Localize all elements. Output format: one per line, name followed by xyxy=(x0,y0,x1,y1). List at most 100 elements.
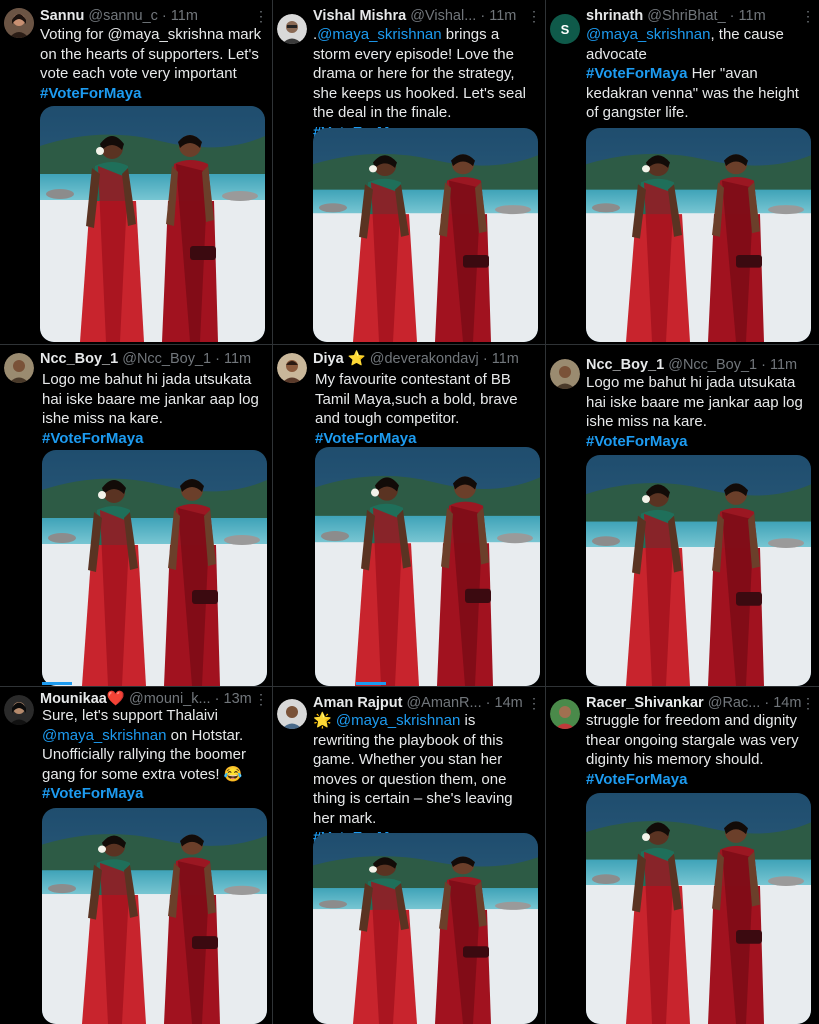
author-name[interactable]: Aman Rajput xyxy=(313,695,402,711)
author-handle[interactable]: @deverakondavj xyxy=(370,351,479,367)
tweet-card[interactable]: Mounikaa❤️ @mouni_k... · 13m ⋮ Sure, let… xyxy=(0,687,272,1024)
tweet-header: Ncc_Boy_1 @Ncc_Boy_1 · 11m xyxy=(586,355,809,375)
tweet-text: @maya_skrishnan, the cause advocate #Vot… xyxy=(586,25,809,123)
tweet-card[interactable]: Ncc_Boy_1 @Ncc_Boy_1 · 11m Logo me bahut… xyxy=(0,345,272,686)
author-handle[interactable]: @Ncc_Boy_1 xyxy=(668,357,757,373)
more-options-icon[interactable]: ⋮ xyxy=(527,6,541,26)
more-options-icon[interactable]: ⋮ xyxy=(527,693,541,713)
hashtag-link[interactable]: #VoteForMaya xyxy=(42,430,143,447)
tweet-time[interactable]: 11m xyxy=(492,351,519,367)
author-handle[interactable]: @Vishal... xyxy=(410,8,476,24)
author-handle[interactable]: @mouni_k... xyxy=(129,691,211,707)
tweet-time[interactable]: 14m xyxy=(773,695,801,711)
separator-dot: · xyxy=(161,8,167,24)
tweet-text: Logo me bahut hi jada utsukata hai iske … xyxy=(586,373,809,451)
tweet-time[interactable]: 11m xyxy=(224,351,251,367)
tweet-photo[interactable] xyxy=(586,455,811,686)
hashtag-link[interactable]: #VoteForMaya xyxy=(42,785,143,802)
two-women-in-sarees-photo xyxy=(42,808,267,1024)
tweet-photo[interactable] xyxy=(315,447,540,686)
avatar[interactable] xyxy=(550,359,580,389)
tweet-text: .@maya_skrishnan brings a storm every ep… xyxy=(313,25,535,142)
hashtag-link[interactable]: #VoteForMaya xyxy=(40,85,141,102)
avatar[interactable] xyxy=(277,353,307,383)
avatar[interactable] xyxy=(277,699,307,729)
avatar[interactable] xyxy=(277,14,307,44)
tweet-header: Ncc_Boy_1 @Ncc_Boy_1 · 11m xyxy=(40,349,262,369)
tweet-header: shrinath @ShriBhat_ · 11m xyxy=(586,6,809,26)
mention-link[interactable]: @maya_skrishnan xyxy=(317,26,441,43)
tweet-photo[interactable] xyxy=(586,128,811,342)
mention-link[interactable]: @maya_skrishnan xyxy=(42,727,166,744)
tweet-text-part: is rewriting the playbook of this game. … xyxy=(313,712,513,827)
tweet-text: Sure, let's support Thalaivi @maya_skris… xyxy=(42,706,262,804)
tweet-card[interactable]: Vishal Mishra @Vishal... · 11m ⋮ .@maya_… xyxy=(273,0,545,344)
avatar[interactable] xyxy=(4,353,34,383)
avatar[interactable] xyxy=(550,699,580,729)
tweet-header: Racer_Shivankar @Rac... · 14m xyxy=(586,693,809,713)
tweet-card[interactable]: Aman Rajput @AmanR... · 14m ⋮ 🌟 @maya_sk… xyxy=(273,687,545,1024)
author-handle[interactable]: @sannu_c xyxy=(88,8,158,24)
avatar[interactable] xyxy=(4,695,34,725)
tweet-photo[interactable] xyxy=(42,450,267,686)
author-name[interactable]: Ncc_Boy_1 xyxy=(586,357,664,373)
tweet-time[interactable]: 13m xyxy=(224,691,252,707)
hashtag-link[interactable]: #VoteForMaya xyxy=(586,771,687,788)
separator-dot: · xyxy=(485,695,491,711)
separator-dot: · xyxy=(215,351,220,367)
separator-dot: · xyxy=(480,8,486,24)
tweet-card[interactable]: Sannu @sannu_c · 11m ⋮ Voting for @maya_… xyxy=(0,0,272,344)
tweet-time[interactable]: 11m xyxy=(770,357,797,373)
tweet-time[interactable]: 14m xyxy=(495,695,523,711)
hashtag-link[interactable]: #VoteForMaya xyxy=(586,433,687,450)
avatar[interactable]: S xyxy=(550,14,580,44)
separator-dot: · xyxy=(764,695,770,711)
tweet-header: Diya ⭐ @deverakondavj · 11m xyxy=(313,349,535,369)
two-women-in-sarees-photo xyxy=(586,128,811,342)
tweet-card[interactable]: Ncc_Boy_1 @Ncc_Boy_1 · 11m Logo me bahut… xyxy=(546,345,819,686)
media-indicator xyxy=(356,682,386,685)
author-name[interactable]: shrinath xyxy=(586,8,643,24)
tweet-time[interactable]: 11m xyxy=(171,8,198,24)
two-women-in-sarees-photo xyxy=(313,833,538,1024)
author-handle[interactable]: @Rac... xyxy=(708,695,761,711)
author-name[interactable]: Mounikaa❤️ xyxy=(40,691,125,707)
tweet-header: Vishal Mishra @Vishal... · 11m xyxy=(313,6,535,26)
tweet-card[interactable]: S shrinath @ShriBhat_ · 11m ⋮ @maya_skri… xyxy=(546,0,819,344)
tweet-text: Logo me bahut hi jada utsukata hai iske … xyxy=(42,370,262,448)
two-women-in-sarees-photo xyxy=(586,455,811,686)
more-options-icon[interactable]: ⋮ xyxy=(801,693,815,713)
author-name[interactable]: Diya ⭐ xyxy=(313,351,366,367)
avatar[interactable] xyxy=(4,8,34,38)
tweet-photo[interactable] xyxy=(42,808,267,1024)
author-name[interactable]: Racer_Shivankar xyxy=(586,695,704,711)
tweet-photo[interactable] xyxy=(313,833,538,1024)
author-name[interactable]: Vishal Mishra xyxy=(313,8,406,24)
more-options-icon[interactable]: ⋮ xyxy=(801,6,815,26)
tweet-text-part: My favourite contestant of BB Tamil Maya… xyxy=(315,371,518,427)
more-options-icon[interactable]: ⋮ xyxy=(254,6,268,26)
hashtag-link[interactable]: #VoteForMaya xyxy=(586,65,687,82)
tweet-photo[interactable] xyxy=(586,793,811,1024)
separator-dot: · xyxy=(214,691,220,707)
hashtag-link[interactable]: #VoteForMaya xyxy=(315,430,416,447)
tweet-time[interactable]: 11m xyxy=(739,8,766,24)
tweet-text: struggle for freedom and dignity thear o… xyxy=(586,711,809,789)
tweet-text-part: Sure, let's support Thalaivi xyxy=(42,707,219,724)
author-handle[interactable]: @Ncc_Boy_1 xyxy=(122,351,211,367)
tweet-time[interactable]: 11m xyxy=(489,8,516,24)
tweet-photo[interactable] xyxy=(40,106,265,342)
tweet-card[interactable]: Racer_Shivankar @Rac... · 14m ⋮ struggle… xyxy=(546,687,819,1024)
author-handle[interactable]: @AmanR... xyxy=(406,695,481,711)
two-women-in-sarees-photo xyxy=(586,793,811,1024)
tweet-card[interactable]: Diya ⭐ @deverakondavj · 11m My favourite… xyxy=(273,345,545,686)
media-indicator xyxy=(42,682,72,685)
mention-link[interactable]: @maya_skrishnan xyxy=(336,712,460,729)
author-name[interactable]: Ncc_Boy_1 xyxy=(40,351,118,367)
author-name[interactable]: Sannu xyxy=(40,8,84,24)
tweet-photo[interactable] xyxy=(313,128,538,342)
author-handle[interactable]: @ShriBhat_ xyxy=(647,8,725,24)
tweet-header: Aman Rajput @AmanR... · 14m xyxy=(313,693,535,713)
two-women-in-sarees-photo xyxy=(42,450,267,686)
mention-link[interactable]: @maya_skrishnan xyxy=(586,26,710,43)
